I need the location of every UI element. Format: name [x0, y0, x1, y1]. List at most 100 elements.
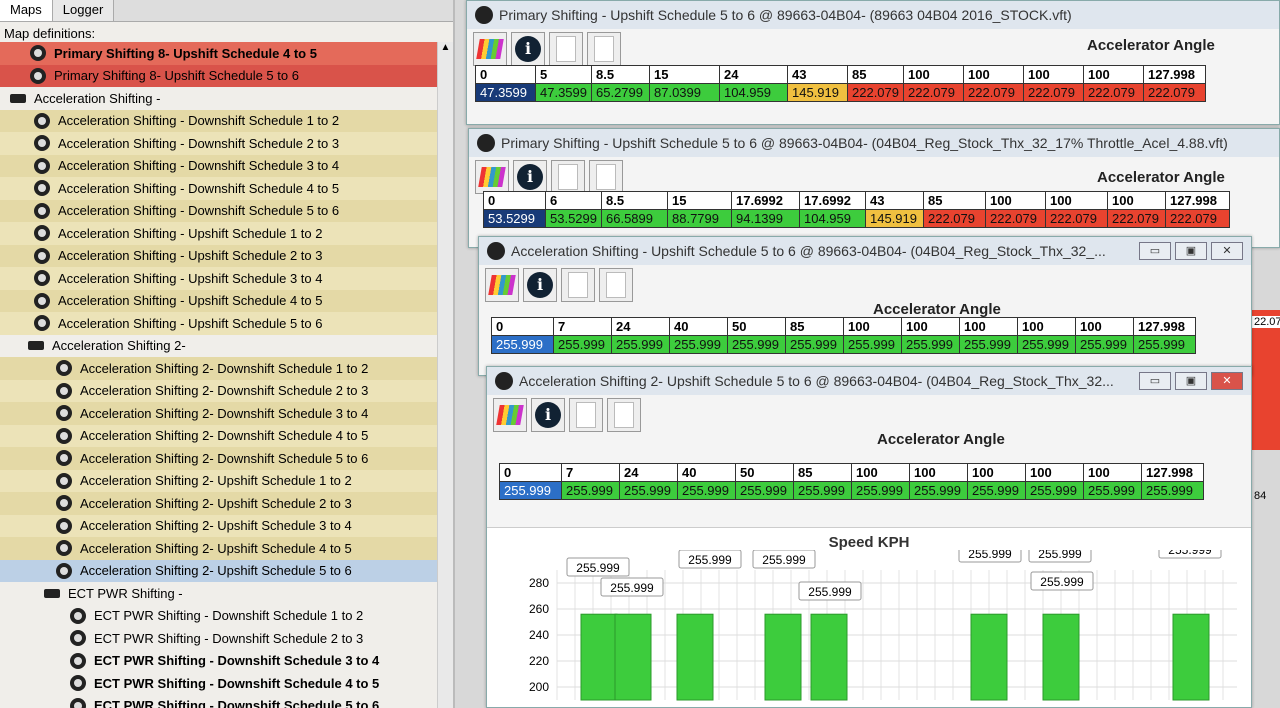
header-cell[interactable]: 50 — [735, 463, 794, 482]
minimize-button[interactable]: ▭ — [1139, 372, 1171, 390]
tree-category[interactable]: Acceleration Shifting 2- — [0, 335, 440, 358]
value-cell[interactable]: 222.079 — [963, 83, 1024, 102]
value-cell[interactable]: 255.999 — [499, 481, 562, 500]
chart-bar[interactable] — [1042, 613, 1080, 701]
header-cell[interactable]: 100 — [1075, 317, 1134, 336]
tree-item[interactable]: Acceleration Shifting 2- Downshift Sched… — [0, 402, 440, 425]
header-cell[interactable]: 100 — [1107, 191, 1166, 210]
value-cell[interactable]: 222.079 — [1143, 83, 1206, 102]
tree-category[interactable]: Acceleration Shifting - — [0, 87, 440, 110]
value-cell[interactable]: 104.959 — [799, 209, 866, 228]
paste-button[interactable] — [587, 32, 621, 66]
chart-bar[interactable] — [676, 613, 714, 701]
header-cell[interactable]: 100 — [1083, 65, 1144, 84]
header-cell[interactable]: 127.998 — [1165, 191, 1230, 210]
maximize-button[interactable]: ▣ — [1175, 372, 1207, 390]
chart-bar[interactable] — [764, 613, 802, 701]
tree-item[interactable]: Acceleration Shifting 2- Downshift Sched… — [0, 447, 440, 470]
header-cell[interactable]: 8.5 — [591, 65, 650, 84]
value-cell[interactable]: 255.999 — [901, 335, 960, 354]
tree-item[interactable]: Acceleration Shifting 2- Downshift Sched… — [0, 379, 440, 402]
chart-bar[interactable] — [970, 613, 1008, 701]
value-cell[interactable]: 145.919 — [787, 83, 848, 102]
header-cell[interactable]: 127.998 — [1141, 463, 1204, 482]
paste-button[interactable] — [589, 160, 623, 194]
header-cell[interactable]: 6 — [545, 191, 602, 210]
value-cell[interactable]: 47.3599 — [475, 83, 536, 102]
value-cell[interactable]: 66.5899 — [601, 209, 668, 228]
tree-item[interactable]: Acceleration Shifting 2- Upshift Schedul… — [0, 514, 440, 537]
copy-button[interactable] — [551, 160, 585, 194]
tree-item[interactable]: Acceleration Shifting 2- Upshift Schedul… — [0, 537, 440, 560]
header-cell[interactable]: 100 — [985, 191, 1046, 210]
value-cell[interactable]: 65.2799 — [591, 83, 650, 102]
palette-button[interactable] — [473, 32, 507, 66]
copy-button[interactable] — [561, 268, 595, 302]
header-cell[interactable]: 100 — [1083, 463, 1142, 482]
value-cell[interactable]: 88.7799 — [667, 209, 732, 228]
chart-bar[interactable] — [1172, 613, 1210, 701]
value-cell[interactable]: 255.999 — [909, 481, 968, 500]
header-cell[interactable]: 0 — [475, 65, 536, 84]
paste-button[interactable] — [599, 268, 633, 302]
tree-item[interactable]: Acceleration Shifting - Downshift Schedu… — [0, 154, 440, 177]
header-cell[interactable]: 24 — [719, 65, 788, 84]
tree-item[interactable]: Acceleration Shifting - Upshift Schedule… — [0, 289, 440, 312]
header-cell[interactable]: 15 — [667, 191, 732, 210]
header-cell[interactable]: 15 — [649, 65, 720, 84]
value-cell[interactable]: 222.079 — [1107, 209, 1166, 228]
tree-item[interactable]: Acceleration Shifting - Upshift Schedule… — [0, 312, 440, 335]
map-window[interactable]: Acceleration Shifting - Upshift Schedule… — [478, 236, 1252, 376]
header-cell[interactable]: 5 — [535, 65, 592, 84]
header-cell[interactable]: 85 — [847, 65, 904, 84]
info-button[interactable]: i — [523, 268, 557, 302]
value-cell[interactable]: 222.079 — [923, 209, 986, 228]
value-cell[interactable]: 255.999 — [1025, 481, 1084, 500]
header-cell[interactable]: 100 — [903, 65, 964, 84]
tree-item[interactable]: Acceleration Shifting - Upshift Schedule… — [0, 267, 440, 290]
info-button[interactable]: i — [511, 32, 545, 66]
header-cell[interactable]: 43 — [865, 191, 924, 210]
tree-scrollbar[interactable]: ▲ — [437, 42, 453, 708]
minimize-button[interactable]: ▭ — [1139, 242, 1171, 260]
header-cell[interactable]: 100 — [1023, 65, 1084, 84]
header-cell[interactable]: 127.998 — [1143, 65, 1206, 84]
tree-item[interactable]: Acceleration Shifting 2- Upshift Schedul… — [0, 559, 440, 582]
map-window[interactable]: Primary Shifting - Upshift Schedule 5 to… — [466, 0, 1280, 125]
value-cell[interactable]: 222.079 — [903, 83, 964, 102]
value-cell[interactable]: 222.079 — [1083, 83, 1144, 102]
tree-item[interactable]: Acceleration Shifting - Downshift Schedu… — [0, 199, 440, 222]
value-cell[interactable]: 255.999 — [851, 481, 910, 500]
value-cell[interactable]: 255.999 — [1133, 335, 1196, 354]
tree-item[interactable]: ECT PWR Shifting - Downshift Schedule 4 … — [0, 672, 440, 695]
value-cell[interactable]: 255.999 — [1075, 335, 1134, 354]
value-cell[interactable]: 53.5299 — [545, 209, 602, 228]
tree-item[interactable]: Acceleration Shifting - Upshift Schedule… — [0, 222, 440, 245]
tree-item[interactable]: Acceleration Shifting 2- Downshift Sched… — [0, 424, 440, 447]
palette-button[interactable] — [485, 268, 519, 302]
paste-button[interactable] — [607, 398, 641, 432]
tree-item[interactable]: ECT PWR Shifting - Downshift Schedule 2 … — [0, 627, 440, 650]
value-cell[interactable]: 255.999 — [785, 335, 844, 354]
header-cell[interactable]: 7 — [561, 463, 620, 482]
value-cell[interactable]: 255.999 — [619, 481, 678, 500]
tree-item[interactable]: ECT PWR Shifting - Downshift Schedule 3 … — [0, 649, 440, 672]
tree-item[interactable]: Primary Shifting 8- Upshift Schedule 5 t… — [0, 64, 440, 87]
header-cell[interactable]: 0 — [499, 463, 562, 482]
header-cell[interactable]: 0 — [483, 191, 546, 210]
value-cell[interactable]: 255.999 — [1017, 335, 1076, 354]
header-cell[interactable]: 85 — [793, 463, 852, 482]
tree-category[interactable]: ECT PWR Shifting - — [0, 582, 440, 605]
scroll-up-icon[interactable]: ▲ — [438, 42, 453, 58]
header-cell[interactable]: 100 — [963, 65, 1024, 84]
map-window[interactable]: Acceleration Shifting 2- Upshift Schedul… — [486, 366, 1252, 708]
value-cell[interactable]: 255.999 — [959, 335, 1018, 354]
header-cell[interactable]: 24 — [619, 463, 678, 482]
tree-item[interactable]: Acceleration Shifting 2- Upshift Schedul… — [0, 469, 440, 492]
window-titlebar[interactable]: Acceleration Shifting 2- Upshift Schedul… — [487, 367, 1251, 395]
tree-item[interactable]: Acceleration Shifting - Downshift Schedu… — [0, 132, 440, 155]
tree-item[interactable]: Acceleration Shifting - Downshift Schedu… — [0, 177, 440, 200]
value-cell[interactable]: 255.999 — [1141, 481, 1204, 500]
tree-item[interactable]: Primary Shifting 8- Upshift Schedule 4 t… — [0, 42, 440, 65]
info-button[interactable]: i — [531, 398, 565, 432]
